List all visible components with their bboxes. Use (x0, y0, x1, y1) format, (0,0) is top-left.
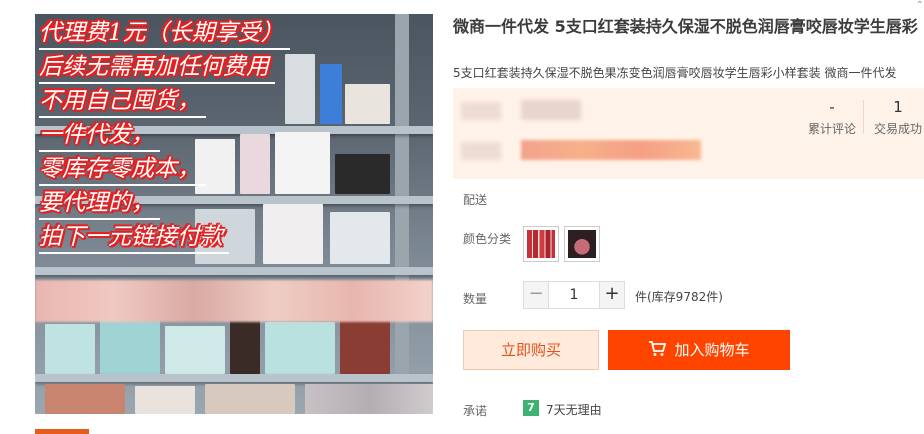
review-count[interactable]: - 累计评论 (808, 98, 856, 137)
quantity-input[interactable] (549, 281, 599, 309)
blurred-promo-price (521, 140, 701, 160)
overlay-text-line: 拍下一元链接付款 (39, 222, 229, 254)
blurred-price-label (461, 142, 501, 160)
lipstick-swatch-image (568, 230, 596, 258)
product-box (230, 314, 260, 374)
overlay-text-line: 代理费1元（长期享受） (39, 18, 290, 50)
product-box (345, 84, 390, 124)
overlay-text-line: 要代理的， (39, 188, 160, 220)
quantity-increase-button[interactable]: + (599, 281, 625, 309)
stock-text: 件(库存9782件) (635, 290, 723, 304)
review-count-value: - (829, 98, 835, 116)
blurred-price-value (521, 100, 581, 120)
product-box (135, 386, 195, 414)
color-option-2[interactable] (564, 226, 600, 262)
cart-icon (649, 341, 667, 356)
price-panel: - 累计评论 1 交易成功 (453, 88, 924, 179)
shelf-pillar (395, 14, 409, 414)
overlay-text-line: 后续无需再加任何费用 (39, 52, 275, 84)
product-box (265, 322, 335, 374)
product-main-image[interactable]: 代理费1元（长期享受） 后续无需再加任何费用 不用自己囤货， 一件代发， 零库存… (35, 14, 433, 414)
product-box (45, 324, 95, 374)
product-subtitle: 5支口红套装持久保湿不脱色果冻变色润唇膏咬唇妆学生唇彩小样套装 微商一件代发 (453, 66, 897, 80)
product-box (275, 132, 330, 194)
product-box (335, 154, 390, 194)
product-box (263, 204, 323, 264)
stat-divider (863, 100, 864, 134)
product-bottle (320, 64, 342, 124)
overlay-text-line: 不用自己囤货， (39, 86, 206, 118)
buy-now-button[interactable]: 立即购买 (463, 330, 599, 370)
color-option-1[interactable] (523, 226, 559, 262)
lipstick-swatch-image (527, 230, 555, 258)
transaction-count-value: 1 (893, 98, 903, 116)
product-box (205, 384, 295, 414)
product-box (45, 384, 125, 414)
add-to-cart-label: 加入购物车 (674, 341, 750, 359)
overlay-text-line: 一件代发， (39, 120, 160, 152)
add-to-cart-button[interactable]: 加入购物车 (608, 330, 790, 370)
blurred-price-label (461, 102, 501, 120)
product-box (100, 319, 160, 374)
thumbnail-indicator[interactable] (35, 429, 89, 434)
product-box (285, 54, 315, 124)
top-right-edge: ⌃ (915, 0, 924, 11)
product-box (240, 134, 270, 194)
quantity-decrease-button[interactable]: − (523, 281, 549, 309)
color-label: 颜色分类 (463, 232, 512, 246)
shelf (35, 267, 433, 275)
seven-day-return-text[interactable]: 7天无理由 (546, 401, 602, 418)
product-box (330, 212, 390, 264)
review-count-label: 累计评论 (808, 122, 857, 136)
blurred-region (35, 280, 433, 322)
transaction-count-label: 交易成功 (874, 122, 923, 136)
shelf (35, 374, 433, 382)
quantity-label: 数量 (463, 292, 488, 306)
blurred-region (305, 384, 433, 414)
seven-day-return-icon: 7 (523, 400, 539, 416)
product-box (165, 326, 225, 374)
promise-label: 承诺 (463, 404, 488, 418)
overlay-text-line: 零库存零成本， (39, 154, 206, 186)
delivery-label: 配送 (463, 193, 488, 207)
product-title: 微商一件代发 5支口红套装持久保湿不脱色润唇膏咬唇妆学生唇彩 (453, 17, 918, 36)
transaction-count: 1 交易成功 (874, 98, 922, 137)
product-box (340, 320, 390, 374)
